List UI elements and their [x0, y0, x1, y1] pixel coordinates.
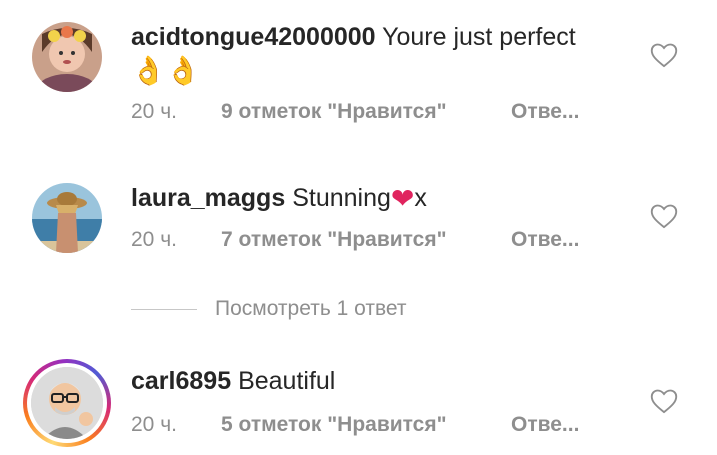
comment-likes[interactable]: 5 отметок "Нравится"	[221, 413, 511, 437]
comment-body: Beautiful	[238, 367, 336, 395]
comment-time: 20 ч.	[131, 413, 177, 436]
heart-outline-icon[interactable]	[650, 42, 678, 68]
comment-username[interactable]: laura_maggs	[131, 184, 285, 212]
comment-time: 20 ч.	[131, 228, 177, 251]
avatar	[31, 367, 103, 439]
heart-outline-icon[interactable]	[650, 388, 678, 414]
comment-username[interactable]: carl6895	[131, 367, 231, 395]
comment-body: Youre just perfect	[382, 23, 576, 51]
comment-username[interactable]: acidtongue42000000	[131, 23, 376, 51]
view-replies-label: Посмотреть 1 ответ	[215, 297, 407, 320]
reply-button[interactable]: Отве...	[511, 413, 579, 436]
reply-button[interactable]: Отве...	[511, 228, 579, 251]
comment-time: 20 ч.	[131, 100, 177, 123]
comment-text: laura_maggs Stunning❤x	[131, 181, 641, 216]
comment-meta: 20 ч. 5 отметок "Нравится" Отве...	[131, 413, 579, 437]
view-replies-button[interactable]: Посмотреть 1 ответ	[131, 293, 406, 325]
comment-meta: 20 ч. 9 отметок "Нравится" Отве...	[131, 100, 579, 124]
heart-outline-icon[interactable]	[650, 203, 678, 229]
ok-hand-emoji: 👌👌	[131, 55, 201, 86]
reply-button[interactable]: Отве...	[511, 100, 579, 123]
comment-meta: 20 ч. 7 отметок "Нравится" Отве...	[131, 228, 579, 252]
comment-text: carl6895 Beautiful	[131, 364, 641, 398]
comment-likes[interactable]: 7 отметок "Нравится"	[221, 228, 511, 252]
red-heart-emoji: ❤	[390, 183, 415, 214]
story-ring[interactable]	[23, 359, 111, 447]
comment-likes[interactable]: 9 отметок "Нравится"	[221, 100, 511, 124]
comment-body: Stunning	[292, 184, 391, 212]
divider-line	[131, 308, 197, 310]
comment-body-suffix: x	[414, 184, 427, 212]
avatar[interactable]	[32, 22, 102, 92]
comment-text: acidtongue42000000 Youre just perfect 👌👌	[131, 20, 641, 89]
avatar[interactable]	[32, 183, 102, 253]
